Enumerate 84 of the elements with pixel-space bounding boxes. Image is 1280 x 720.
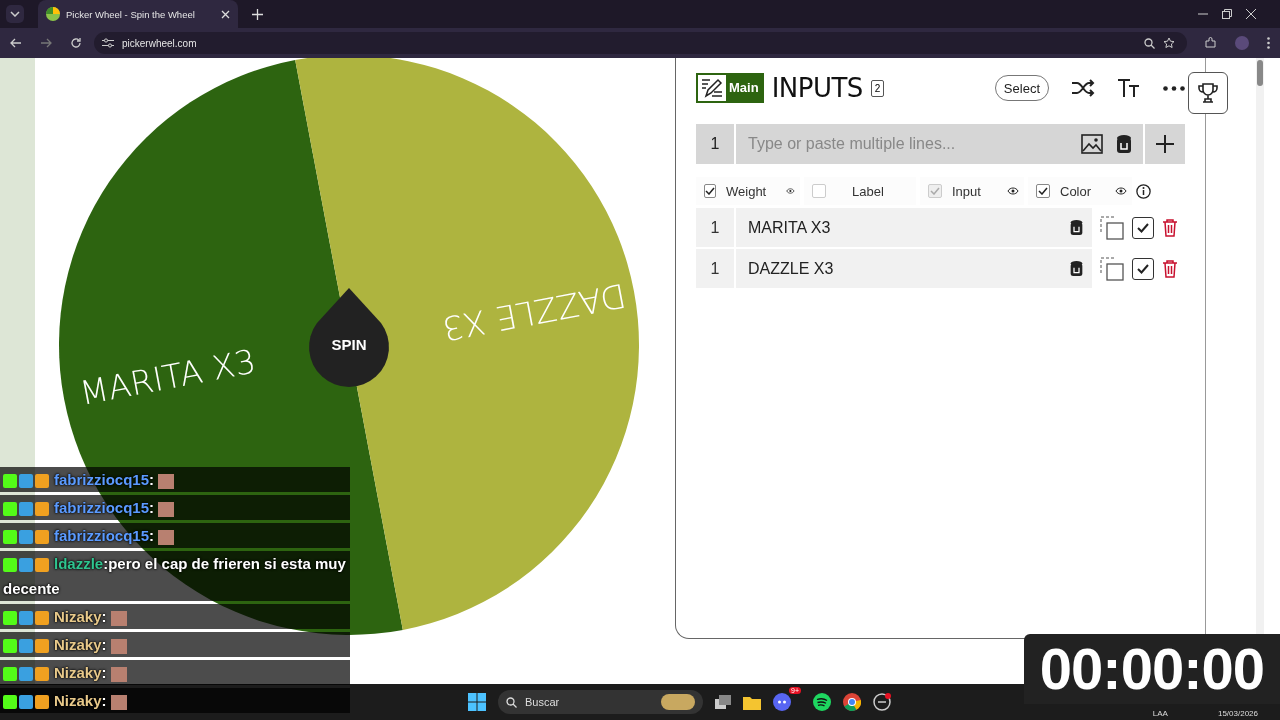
extensions-icon[interactable]: [1205, 37, 1217, 49]
paint-bucket-icon[interactable]: [1069, 219, 1084, 236]
address-field[interactable]: pickerwheel.com: [94, 32, 1187, 54]
paint-bucket-icon[interactable]: [1069, 260, 1084, 277]
spin-button[interactable]: SPIN: [309, 288, 389, 387]
tab-list-button[interactable]: [6, 5, 24, 23]
entry-row[interactable]: 1 DAZZLE X3: [696, 249, 1092, 288]
shuffle-icon[interactable]: [1071, 79, 1095, 97]
app-icon[interactable]: [873, 693, 891, 711]
main-tab[interactable]: Main: [696, 73, 764, 103]
entry-row[interactable]: 1 MARITA X3: [696, 208, 1092, 247]
close-icon[interactable]: [1246, 9, 1256, 19]
more-icon[interactable]: [1163, 85, 1185, 91]
music-app-icon[interactable]: [813, 693, 831, 711]
back-icon[interactable]: [10, 37, 22, 49]
weight-cell: 1: [696, 124, 734, 164]
browser-app-icon[interactable]: [843, 693, 861, 711]
date-text: 15/03/2026: [1217, 709, 1258, 718]
chat-message: Nizaky:: [0, 604, 350, 629]
language-indicator[interactable]: LAA: [1152, 709, 1168, 718]
column-label: Label: [852, 183, 884, 199]
results-button[interactable]: [1188, 72, 1228, 114]
restore-icon[interactable]: [1222, 9, 1232, 19]
entry-checkbox[interactable]: [1132, 257, 1154, 280]
star-icon[interactable]: [1163, 37, 1175, 49]
plus-icon: [1155, 134, 1175, 154]
slice-label: DAZZLE X3: [439, 275, 630, 349]
column-label: Weight: [726, 183, 767, 199]
weight-cell: 1: [696, 208, 736, 247]
edit-list-icon: [700, 76, 724, 100]
text-size-icon[interactable]: [1117, 78, 1141, 98]
wheel-favicon-icon: [46, 7, 60, 21]
timer-overlay: 00:00:00: [1023, 634, 1280, 704]
column-label: Color: [1060, 183, 1092, 199]
chat-message: ldazzle:pero el cap de frieren si esta muy decente: [0, 551, 350, 601]
eye-icon[interactable]: [1115, 186, 1127, 196]
entry-text: DAZZLE X3: [748, 259, 834, 278]
search-highlight-icon[interactable]: [661, 694, 695, 710]
entry-count: 2: [870, 79, 885, 97]
chat-message: Nizaky:: [0, 660, 350, 685]
entry-text: MARITA X3: [748, 218, 831, 237]
search-field[interactable]: Buscar: [523, 695, 655, 709]
chat-message: fabrizziocq15:: [0, 467, 350, 492]
slice-label: MARITA X3: [76, 341, 259, 413]
menu-icon[interactable]: [1267, 37, 1270, 49]
entry-input-field[interactable]: Type or paste multiple lines...: [746, 134, 1069, 154]
chat-message: Nizaky:: [0, 632, 350, 657]
trash-icon[interactable]: [1162, 218, 1178, 237]
add-button[interactable]: [1145, 124, 1185, 164]
reload-icon[interactable]: [70, 37, 82, 49]
weight-cell: 1: [696, 249, 736, 288]
entry-input-bar[interactable]: Type or paste multiple lines...: [736, 124, 1143, 164]
trash-icon[interactable]: [1162, 259, 1178, 278]
copy-icon[interactable]: [1100, 215, 1124, 240]
chat-message: fabrizziocq15:: [0, 495, 350, 520]
tab-title: Picker Wheel - Spin the Wheel: [66, 8, 196, 20]
search-icon[interactable]: [506, 696, 517, 708]
new-tab-icon[interactable]: [252, 8, 263, 20]
column-checkbox[interactable]: [812, 184, 826, 198]
zoom-icon[interactable]: [1144, 37, 1155, 49]
column-checkbox[interactable]: [1036, 184, 1050, 198]
check-icon: [1137, 222, 1149, 233]
chevron-down-icon: [10, 11, 20, 17]
site-settings-icon[interactable]: [102, 38, 114, 48]
check-icon: [1137, 263, 1149, 274]
browser-tab[interactable]: Picker Wheel - Spin the Wheel: [38, 0, 238, 28]
inputs-title: INPUTS: [771, 73, 863, 103]
close-icon[interactable]: [221, 9, 230, 19]
windows-logo-icon[interactable]: [468, 693, 486, 711]
column-checkbox[interactable]: [704, 184, 716, 198]
paint-bucket-icon[interactable]: [1115, 134, 1133, 154]
folder-icon[interactable]: [743, 694, 761, 710]
chat-message: Nizaky:: [0, 688, 350, 713]
info-icon[interactable]: [1136, 183, 1151, 199]
entry-checkbox[interactable]: [1132, 216, 1154, 239]
trophy-icon: [1198, 82, 1218, 104]
image-icon[interactable]: [1081, 134, 1103, 154]
forward-icon[interactable]: [40, 37, 52, 49]
copy-icon[interactable]: [1100, 256, 1124, 281]
task-view-icon[interactable]: [715, 695, 731, 709]
select-button[interactable]: Select: [994, 75, 1049, 101]
taskbar-search-bar[interactable]: Buscar: [498, 690, 703, 714]
chat-message: fabrizziocq15:: [0, 523, 350, 548]
column-label: Input: [952, 183, 981, 199]
